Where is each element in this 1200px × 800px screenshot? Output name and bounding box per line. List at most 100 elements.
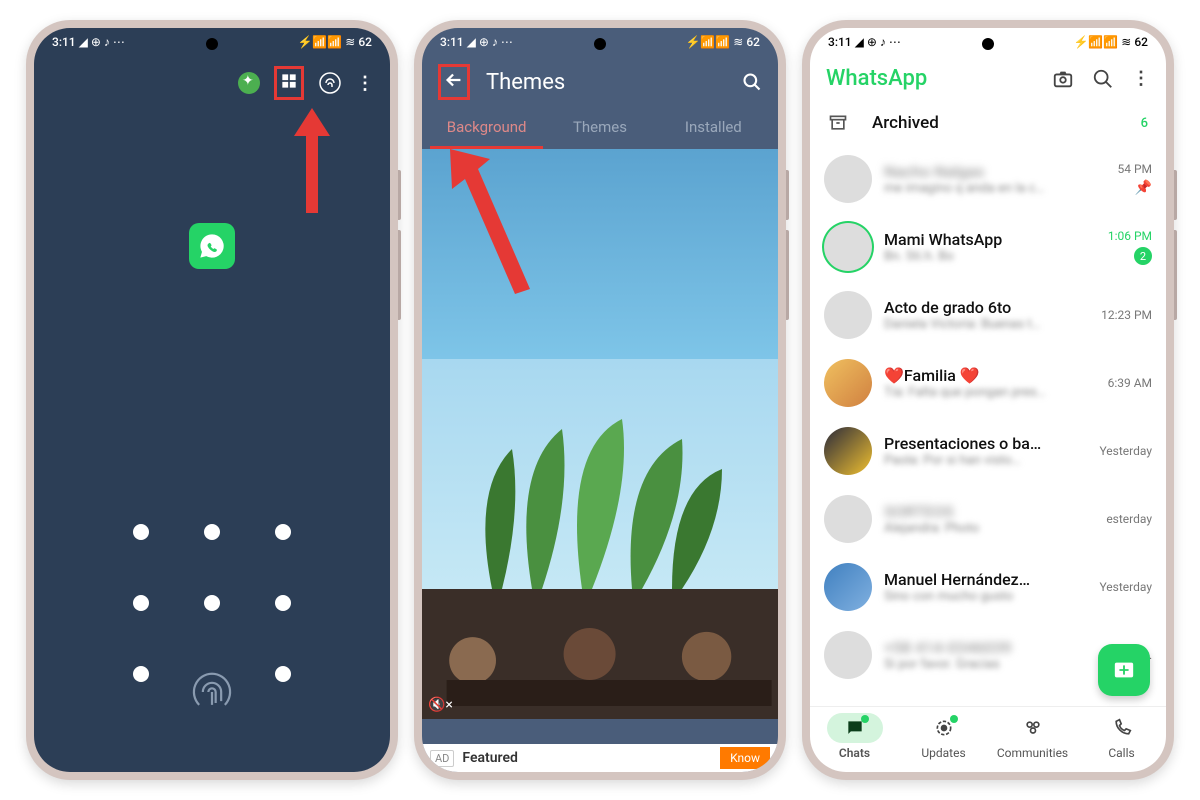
annotation-arrow-icon (292, 108, 332, 218)
themes-toolbar-button[interactable] (274, 66, 304, 100)
chat-preview: Sino con mucho gusto (884, 589, 1087, 604)
arrow-left-icon (443, 69, 465, 91)
shuffle-icon[interactable] (238, 72, 260, 94)
more-icon[interactable]: ⋮ (356, 73, 374, 94)
chat-item[interactable]: Manuel Hernández…Sino con mucho gusto Yes… (810, 553, 1166, 621)
ad-badge: AD (430, 750, 454, 767)
bottom-nav: Chats Updates Communities (810, 706, 1166, 772)
avatar[interactable] (824, 359, 872, 407)
pattern-dot[interactable] (204, 595, 220, 611)
camera-icon[interactable] (1052, 68, 1074, 90)
chat-time: 12:23 PM (1101, 308, 1152, 322)
pattern-dot[interactable] (275, 666, 291, 682)
chat-time: Yesterday (1099, 444, 1152, 458)
pattern-dot[interactable] (133, 524, 149, 540)
themes-icon (279, 71, 299, 91)
chat-name: +58 414-0346039 (884, 638, 1109, 657)
phone-mockup-1: 3:11 ◢ ⊕ ♪ ⋯ ⚡📶📶 ≋ 62 ⋮ (26, 20, 398, 780)
pattern-dot[interactable] (204, 524, 220, 540)
app-title: WhatsApp (826, 66, 1034, 91)
theme-preview-leaf[interactable] (422, 359, 778, 589)
search-icon[interactable] (742, 72, 762, 92)
chat-name: Manuel Hernández… (884, 570, 1087, 589)
chat-time: Yesterday (1099, 580, 1152, 594)
page-title: Themes (486, 70, 726, 95)
avatar[interactable] (824, 223, 872, 271)
avatar[interactable] (824, 563, 872, 611)
avatar[interactable] (824, 155, 872, 203)
chat-time: 1:06 PM (1108, 229, 1152, 243)
new-message-icon (1113, 659, 1135, 681)
status-time: 3:11 (52, 35, 76, 49)
themes-screen: 3:11 ◢ ⊕ ♪ ⋯ ⚡📶📶 ≋ 62 Themes Background … (422, 28, 778, 772)
ad-banner[interactable]: 🔇× (422, 589, 778, 719)
themes-tabs: Background Themes Installed (422, 108, 778, 149)
chat-name: Acto de grado 6to (884, 298, 1089, 317)
archive-icon (828, 113, 848, 133)
ad-image (422, 589, 778, 719)
calls-icon (1112, 718, 1132, 738)
chat-name: Presentaciones o ba… (884, 434, 1087, 453)
avatar[interactable] (824, 427, 872, 475)
pattern-lock-grid[interactable] (133, 524, 291, 682)
archived-count: 6 (1141, 116, 1148, 131)
chat-time: 6:39 AM (1108, 376, 1152, 390)
more-icon[interactable]: ⋮ (1132, 68, 1150, 89)
chat-item[interactable]: Acto de grado 6toDaniela Victoria: Buena… (810, 281, 1166, 349)
phone-mockup-3: 3:11 ◢ ⊕ ♪ ⋯ ⚡📶📶 ≋ 62 WhatsApp ⋮ Archive… (802, 20, 1174, 780)
avatar[interactable] (824, 495, 872, 543)
chat-preview: Alejandra: Photo (884, 521, 1094, 536)
annotation-arrow-icon (440, 149, 540, 299)
nav-chats[interactable]: Chats (810, 713, 899, 760)
pattern-dot[interactable] (133, 666, 149, 682)
chat-time: esterday (1106, 512, 1152, 526)
chat-preview: Daniela Victoria: Buenas t… (884, 317, 1089, 332)
chat-name: SORTEOS (884, 502, 1094, 521)
unread-badge: 2 (1134, 247, 1152, 265)
status-time: 3:11 (440, 35, 464, 49)
whatsapp-logo-icon (198, 232, 226, 260)
tab-background[interactable]: Background (430, 108, 543, 149)
pattern-dot[interactable] (133, 595, 149, 611)
back-button[interactable] (438, 64, 470, 100)
chat-preview: Bn. Sti.h. Bo (884, 249, 1096, 264)
status-battery: 62 (358, 35, 372, 49)
communities-icon (1022, 718, 1044, 738)
chat-name: Mami WhatsApp (884, 230, 1096, 249)
nav-updates[interactable]: Updates (899, 713, 988, 760)
chat-preview: Si por favor. Gracias (884, 657, 1109, 672)
chat-name: ❤️Familia ❤️ (884, 366, 1096, 385)
chat-name: Nacho Nalgas (884, 162, 1105, 181)
mute-icon[interactable]: 🔇× (428, 697, 453, 713)
tab-installed[interactable]: Installed (657, 108, 770, 149)
pattern-dot[interactable] (275, 595, 291, 611)
nav-calls[interactable]: Calls (1077, 713, 1166, 760)
ad-cta-button[interactable]: Know (720, 747, 770, 769)
whatsapp-app-icon[interactable] (189, 223, 235, 269)
chat-item[interactable]: Nacho Nalgasme imagino q anda en la c… 54… (810, 145, 1166, 213)
fingerprint-sensor-icon[interactable] (190, 670, 234, 714)
chat-item[interactable]: Presentaciones o ba…Paola: Por si han vi… (810, 417, 1166, 485)
chat-item[interactable]: ❤️Familia ❤️Tía: Falta que pongan pres… 6… (810, 349, 1166, 417)
chat-preview: me imagino q anda en la c… (884, 181, 1105, 196)
fingerprint-icon[interactable] (318, 71, 342, 95)
status-time: 3:11 (828, 35, 852, 49)
app-lock-screen: 3:11 ◢ ⊕ ♪ ⋯ ⚡📶📶 ≋ 62 ⋮ (34, 28, 390, 772)
chat-item[interactable]: Mami WhatsAppBn. Sti.h. Bo 1:06 PM 2 (810, 213, 1166, 281)
leaf-illustration-icon (452, 409, 732, 589)
chat-preview: Paola: Por si han visto… (884, 453, 1087, 468)
search-icon[interactable] (1092, 68, 1114, 90)
tab-themes[interactable]: Themes (543, 108, 656, 149)
chat-time: 54 PM (1117, 162, 1152, 176)
archived-row[interactable]: Archived 6 (810, 101, 1166, 145)
phone-mockup-2: 3:11 ◢ ⊕ ♪ ⋯ ⚡📶📶 ≋ 62 Themes Background … (414, 20, 786, 780)
new-chat-fab[interactable] (1098, 644, 1150, 696)
chat-item[interactable]: SORTEOSAlejandra: Photo esterday (810, 485, 1166, 553)
avatar[interactable] (824, 631, 872, 679)
pattern-dot[interactable] (275, 524, 291, 540)
avatar[interactable] (824, 291, 872, 339)
chat-list[interactable]: Nacho Nalgasme imagino q anda en la c… 54… (810, 145, 1166, 706)
chat-preview: Tía: Falta que pongan pres… (884, 385, 1096, 400)
pin-icon: 📌 (1135, 180, 1152, 196)
nav-communities[interactable]: Communities (988, 713, 1077, 760)
